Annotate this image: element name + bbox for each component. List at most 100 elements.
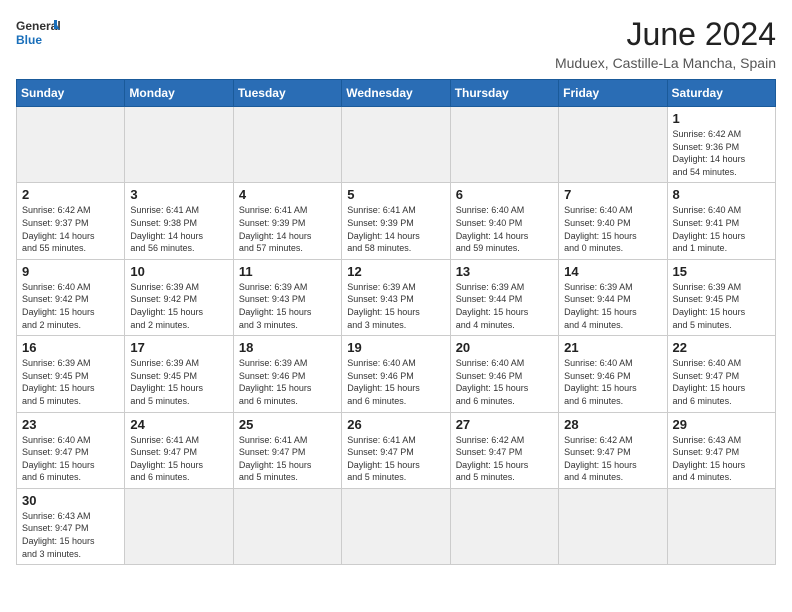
day-info: Sunrise: 6:42 AMSunset: 9:36 PMDaylight:…: [673, 128, 770, 178]
day-info: Sunrise: 6:39 AMSunset: 9:43 PMDaylight:…: [347, 281, 444, 331]
day-number: 12: [347, 264, 444, 279]
day-number: 8: [673, 187, 770, 202]
calendar-cell: 17 Sunrise: 6:39 AMSunset: 9:45 PMDayligh…: [125, 336, 233, 412]
day-number: 26: [347, 417, 444, 432]
calendar-week-row: 9 Sunrise: 6:40 AMSunset: 9:42 PMDaylight…: [17, 259, 776, 335]
calendar-cell: [342, 107, 450, 183]
calendar-cell: [125, 107, 233, 183]
day-header: Monday: [125, 80, 233, 107]
day-number: 2: [22, 187, 119, 202]
calendar-cell: [125, 488, 233, 564]
day-info: Sunrise: 6:39 AMSunset: 9:45 PMDaylight:…: [673, 281, 770, 331]
calendar-cell: 21 Sunrise: 6:40 AMSunset: 9:46 PMDayligh…: [559, 336, 667, 412]
day-info: Sunrise: 6:42 AMSunset: 9:47 PMDaylight:…: [456, 434, 553, 484]
svg-text:Blue: Blue: [16, 33, 42, 47]
calendar-cell: [450, 107, 558, 183]
calendar-cell: 15 Sunrise: 6:39 AMSunset: 9:45 PMDayligh…: [667, 259, 775, 335]
calendar-cell: 9 Sunrise: 6:40 AMSunset: 9:42 PMDaylight…: [17, 259, 125, 335]
day-header: Saturday: [667, 80, 775, 107]
day-header: Friday: [559, 80, 667, 107]
calendar-cell: 5Sunrise: 6:41 AMSunset: 9:39 PMDaylight…: [342, 183, 450, 259]
calendar-cell: [17, 107, 125, 183]
day-info: Sunrise: 6:42 AMSunset: 9:37 PMDaylight:…: [22, 204, 119, 254]
day-info: Sunrise: 6:40 AMSunset: 9:46 PMDaylight:…: [456, 357, 553, 407]
calendar-week-row: 1Sunrise: 6:42 AMSunset: 9:36 PMDaylight…: [17, 107, 776, 183]
day-info: Sunrise: 6:40 AMSunset: 9:40 PMDaylight:…: [564, 204, 661, 254]
calendar-cell: 26 Sunrise: 6:41 AMSunset: 9:47 PMDayligh…: [342, 412, 450, 488]
calendar-cell: [233, 107, 341, 183]
day-info: Sunrise: 6:40 AMSunset: 9:42 PMDaylight:…: [22, 281, 119, 331]
day-number: 4: [239, 187, 336, 202]
calendar-cell: 30Sunrise: 6:43 AMSunset: 9:47 PMDayligh…: [17, 488, 125, 564]
calendar-cell: 2 Sunrise: 6:42 AMSunset: 9:37 PMDaylight…: [17, 183, 125, 259]
calendar-week-row: 23Sunrise: 6:40 AMSunset: 9:47 PMDayligh…: [17, 412, 776, 488]
calendar-cell: [342, 488, 450, 564]
calendar-cell: 10Sunrise: 6:39 AMSunset: 9:42 PMDayligh…: [125, 259, 233, 335]
calendar-cell: [450, 488, 558, 564]
day-info: Sunrise: 6:39 AMSunset: 9:42 PMDaylight:…: [130, 281, 227, 331]
day-number: 24: [130, 417, 227, 432]
day-info: Sunrise: 6:39 AMSunset: 9:44 PMDaylight:…: [456, 281, 553, 331]
calendar-cell: 29Sunrise: 6:43 AMSunset: 9:47 PMDayligh…: [667, 412, 775, 488]
day-info: Sunrise: 6:43 AMSunset: 9:47 PMDaylight:…: [22, 510, 119, 560]
day-info: Sunrise: 6:40 AMSunset: 9:41 PMDaylight:…: [673, 204, 770, 254]
calendar-cell: 22Sunrise: 6:40 AMSunset: 9:47 PMDayligh…: [667, 336, 775, 412]
calendar-cell: 28Sunrise: 6:42 AMSunset: 9:47 PMDayligh…: [559, 412, 667, 488]
day-number: 16: [22, 340, 119, 355]
day-number: 9: [22, 264, 119, 279]
calendar-cell: [559, 107, 667, 183]
calendar-week-row: 2 Sunrise: 6:42 AMSunset: 9:37 PMDaylight…: [17, 183, 776, 259]
calendar-cell: 23Sunrise: 6:40 AMSunset: 9:47 PMDayligh…: [17, 412, 125, 488]
day-header: Sunday: [17, 80, 125, 107]
day-info: Sunrise: 6:41 AMSunset: 9:47 PMDaylight:…: [239, 434, 336, 484]
day-number: 29: [673, 417, 770, 432]
day-number: 11: [239, 264, 336, 279]
calendar-cell: 20 Sunrise: 6:40 AMSunset: 9:46 PMDayligh…: [450, 336, 558, 412]
day-info: Sunrise: 6:40 AMSunset: 9:46 PMDaylight:…: [347, 357, 444, 407]
month-title: June 2024: [555, 16, 776, 53]
calendar-cell: 25 Sunrise: 6:41 AMSunset: 9:47 PMDayligh…: [233, 412, 341, 488]
day-number: 23: [22, 417, 119, 432]
day-number: 20: [456, 340, 553, 355]
day-number: 21: [564, 340, 661, 355]
calendar-cell: [667, 488, 775, 564]
calendar-cell: 16Sunrise: 6:39 AMSunset: 9:45 PMDayligh…: [17, 336, 125, 412]
day-number: 6: [456, 187, 553, 202]
day-info: Sunrise: 6:39 AMSunset: 9:45 PMDaylight:…: [130, 357, 227, 407]
calendar-cell: 4 Sunrise: 6:41 AMSunset: 9:39 PMDaylight…: [233, 183, 341, 259]
day-number: 19: [347, 340, 444, 355]
day-info: Sunrise: 6:42 AMSunset: 9:47 PMDaylight:…: [564, 434, 661, 484]
calendar-cell: 8 Sunrise: 6:40 AMSunset: 9:41 PMDaylight…: [667, 183, 775, 259]
day-info: Sunrise: 6:41 AMSunset: 9:47 PMDaylight:…: [130, 434, 227, 484]
day-header: Wednesday: [342, 80, 450, 107]
calendar-cell: 18Sunrise: 6:39 AMSunset: 9:46 PMDayligh…: [233, 336, 341, 412]
calendar-cell: 27 Sunrise: 6:42 AMSunset: 9:47 PMDayligh…: [450, 412, 558, 488]
page-header: General Blue June 2024 Muduex, Castille-…: [16, 16, 776, 71]
calendar-table: SundayMondayTuesdayWednesdayThursdayFrid…: [16, 79, 776, 565]
calendar-cell: 11Sunrise: 6:39 AMSunset: 9:43 PMDayligh…: [233, 259, 341, 335]
day-info: Sunrise: 6:40 AMSunset: 9:46 PMDaylight:…: [564, 357, 661, 407]
calendar-cell: 6 Sunrise: 6:40 AMSunset: 9:40 PMDaylight…: [450, 183, 558, 259]
day-number: 25: [239, 417, 336, 432]
logo-icon: General Blue: [16, 16, 60, 50]
calendar-cell: 13 Sunrise: 6:39 AMSunset: 9:44 PMDayligh…: [450, 259, 558, 335]
calendar-cell: 14Sunrise: 6:39 AMSunset: 9:44 PMDayligh…: [559, 259, 667, 335]
day-info: Sunrise: 6:41 AMSunset: 9:38 PMDaylight:…: [130, 204, 227, 254]
calendar-cell: 1Sunrise: 6:42 AMSunset: 9:36 PMDaylight…: [667, 107, 775, 183]
day-number: 13: [456, 264, 553, 279]
svg-text:General: General: [16, 19, 60, 33]
title-area: June 2024 Muduex, Castille-La Mancha, Sp…: [555, 16, 776, 71]
day-number: 7: [564, 187, 661, 202]
day-number: 15: [673, 264, 770, 279]
calendar-cell: [559, 488, 667, 564]
day-header: Tuesday: [233, 80, 341, 107]
day-info: Sunrise: 6:41 AMSunset: 9:39 PMDaylight:…: [239, 204, 336, 254]
days-header-row: SundayMondayTuesdayWednesdayThursdayFrid…: [17, 80, 776, 107]
day-number: 5: [347, 187, 444, 202]
day-number: 22: [673, 340, 770, 355]
day-number: 17: [130, 340, 227, 355]
day-number: 27: [456, 417, 553, 432]
day-info: Sunrise: 6:40 AMSunset: 9:40 PMDaylight:…: [456, 204, 553, 254]
day-info: Sunrise: 6:41 AMSunset: 9:47 PMDaylight:…: [347, 434, 444, 484]
day-info: Sunrise: 6:39 AMSunset: 9:44 PMDaylight:…: [564, 281, 661, 331]
